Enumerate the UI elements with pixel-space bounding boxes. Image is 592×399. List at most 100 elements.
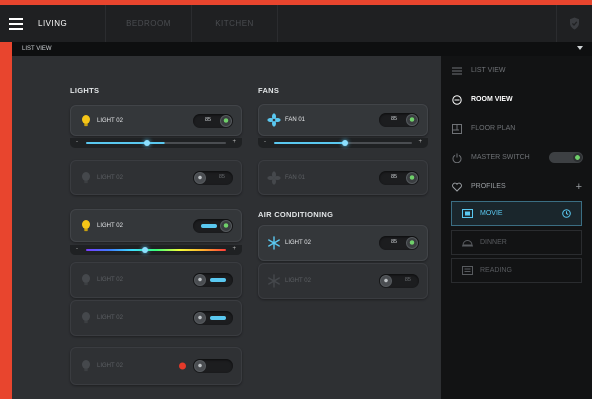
power-knob[interactable] — [380, 275, 392, 287]
sidebar-item-label: ROOM VIEW — [471, 96, 513, 103]
device-label: LIGHT 02 — [97, 277, 123, 283]
power-knob[interactable] — [406, 237, 418, 249]
level-toggle[interactable]: 85 — [379, 170, 419, 185]
device-panel: LIGHTS LIGHT 02 85 - + LIGHT 02 85 LIGHT… — [12, 56, 441, 399]
profile-reading[interactable]: READING — [451, 258, 582, 283]
fan-card[interactable]: FAN 01 85 — [258, 104, 428, 136]
fan-icon — [267, 113, 281, 127]
minus-icon[interactable]: - — [264, 139, 266, 145]
minus-icon[interactable]: - — [76, 139, 78, 145]
level-toggle[interactable]: 85 — [379, 274, 419, 288]
slider-handle[interactable] — [142, 247, 148, 253]
plus-icon[interactable]: + — [232, 139, 236, 145]
add-profile-icon[interactable]: + — [576, 181, 582, 193]
sidebar-item-label: MASTER SWITCH — [471, 154, 530, 161]
power-toggle[interactable] — [193, 359, 233, 373]
toggle-bar — [201, 223, 217, 228]
power-knob[interactable] — [194, 171, 206, 184]
sidebar-item-room-view[interactable]: ROOM VIEW — [441, 85, 592, 114]
movie-icon — [462, 209, 473, 218]
brightness-slider[interactable]: - + — [70, 138, 242, 148]
level-toggle[interactable]: 85 — [379, 236, 419, 250]
security-button[interactable] — [556, 5, 592, 42]
slider-track[interactable] — [86, 142, 226, 144]
plus-icon[interactable]: + — [232, 246, 236, 252]
lightbulb-icon — [82, 219, 90, 231]
power-toggle[interactable] — [193, 218, 233, 233]
book-icon — [462, 266, 473, 275]
sidebar-item-label: LIST VIEW — [471, 67, 506, 74]
sidebar-item-label: PROFILES — [471, 183, 506, 190]
level-value: 85 — [218, 173, 225, 180]
power-knob[interactable] — [406, 114, 418, 126]
slider-track[interactable] — [86, 249, 226, 251]
device-label: LIGHT 02 — [97, 363, 123, 369]
ac-section-title: AIR CONDITIONING — [258, 210, 334, 219]
level-value: 85 — [205, 116, 212, 123]
fans-section-title: FANS — [258, 86, 280, 95]
power-knob[interactable] — [220, 219, 232, 232]
color-slider[interactable]: - + — [70, 245, 242, 255]
room-view-icon — [452, 94, 462, 105]
tab-bedroom[interactable]: BEDROOM — [106, 5, 192, 42]
sidebar-item-floor-plan[interactable]: FLOOR PLAN — [441, 114, 592, 143]
device-label: FAN 01 — [285, 174, 306, 181]
profile-label: DINNER — [480, 239, 507, 246]
app-frame: LIVING BEDROOM KITCHEN LIST VIEW LIGHTS … — [0, 0, 592, 399]
profile-movie[interactable]: MOVIE — [451, 201, 582, 226]
device-label: FAN 01 — [285, 117, 306, 123]
profile-dinner[interactable]: DINNER — [451, 230, 582, 255]
profile-label: READING — [480, 267, 512, 274]
sidebar-item-profiles[interactable]: PROFILES + — [441, 172, 592, 201]
floor-plan-icon — [452, 123, 462, 134]
level-toggle[interactable]: 85 — [379, 113, 419, 127]
power-toggle[interactable] — [193, 273, 233, 287]
device-label: LIGHT 02 — [97, 222, 123, 229]
ac-card[interactable]: LIGHT 02 85 — [258, 225, 428, 261]
lightbulb-icon — [82, 171, 90, 183]
slider-handle[interactable] — [342, 140, 348, 146]
clock-icon[interactable] — [562, 209, 571, 218]
plus-icon[interactable]: + — [418, 139, 422, 145]
shield-icon — [570, 17, 579, 30]
profile-label: MOVIE — [480, 210, 503, 217]
level-toggle[interactable]: 85 — [193, 170, 233, 185]
sidebar-item-label: FLOOR PLAN — [471, 125, 516, 132]
device-label: LIGHT 02 — [285, 240, 311, 246]
light-card[interactable]: LIGHT 02 85 — [70, 160, 242, 195]
master-switch-toggle[interactable] — [549, 152, 583, 163]
light-card[interactable]: LIGHT 02 — [70, 209, 242, 242]
minus-icon[interactable]: - — [76, 246, 78, 252]
power-knob[interactable] — [194, 360, 206, 372]
light-card[interactable]: LIGHT 02 — [70, 347, 242, 385]
power-icon — [452, 153, 462, 163]
tab-living[interactable]: LIVING — [28, 5, 106, 42]
alert-badge-icon — [179, 362, 186, 370]
device-label: LIGHT 02 — [97, 174, 123, 181]
speed-slider[interactable]: - + — [258, 138, 428, 148]
power-toggle[interactable] — [193, 311, 233, 325]
toggle-knob[interactable] — [573, 153, 582, 162]
snowflake-icon — [268, 236, 280, 250]
power-knob[interactable] — [194, 312, 206, 324]
lights-section-title: LIGHTS — [70, 86, 100, 95]
view-selector[interactable]: LIST VIEW — [12, 42, 592, 56]
level-toggle[interactable]: 85 — [193, 113, 233, 128]
power-knob[interactable] — [406, 171, 418, 184]
power-knob[interactable] — [194, 274, 206, 286]
list-icon — [452, 67, 462, 74]
lightbulb-icon — [82, 360, 90, 372]
power-knob[interactable] — [220, 114, 232, 127]
sidebar-item-list-view[interactable]: LIST VIEW — [441, 56, 592, 85]
chevron-down-icon[interactable] — [577, 46, 583, 50]
slider-handle[interactable] — [144, 140, 150, 146]
fan-card[interactable]: FAN 01 85 — [258, 160, 428, 195]
light-card[interactable]: LIGHT 02 85 — [70, 105, 242, 136]
light-card[interactable]: LIGHT 02 — [70, 262, 242, 298]
ac-card[interactable]: LIGHT 02 85 — [258, 263, 428, 299]
sidebar-item-master-switch[interactable]: MASTER SWITCH — [441, 143, 592, 172]
light-card[interactable]: LIGHT 02 — [70, 300, 242, 336]
view-selector-label: LIST VIEW — [22, 46, 52, 52]
hamburger-menu-icon[interactable] — [0, 5, 28, 42]
tab-kitchen[interactable]: KITCHEN — [192, 5, 278, 42]
